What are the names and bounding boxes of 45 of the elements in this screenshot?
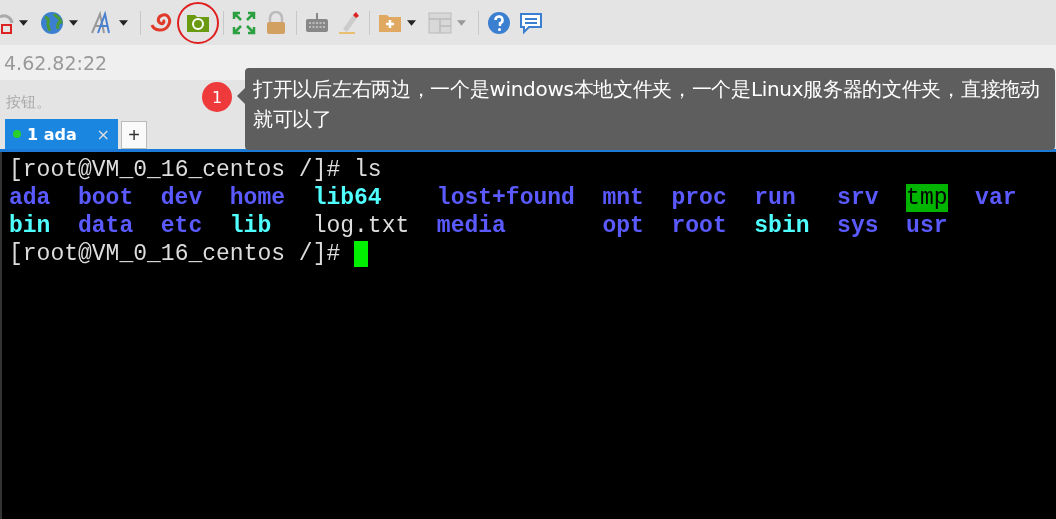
globe-icon[interactable] — [40, 10, 64, 35]
keyboard-icon[interactable] — [305, 10, 329, 35]
file-name: srv — [837, 184, 879, 212]
file-name: run — [754, 184, 796, 212]
file-name: media — [436, 212, 506, 240]
caret-icon[interactable] — [407, 19, 416, 26]
spiral-icon[interactable] — [149, 10, 173, 35]
file-name: log.txt — [312, 212, 410, 240]
file-name: opt — [602, 212, 644, 240]
file-name: boot — [78, 184, 134, 212]
caret-icon[interactable] — [119, 19, 128, 26]
chat-icon[interactable] — [519, 10, 543, 35]
file-name: proc — [671, 184, 727, 212]
help-icon[interactable] — [487, 10, 511, 35]
file-name: mnt — [602, 184, 644, 212]
file-name: sbin — [754, 212, 810, 240]
file-name: tmp — [906, 184, 948, 212]
hint-text: 按钮。 — [6, 93, 51, 112]
highlighter-icon[interactable] — [337, 10, 361, 35]
tab-label: 1 ada — [27, 124, 78, 144]
file-name: data — [78, 212, 134, 240]
file-name: ada — [9, 184, 51, 212]
new-tab-button[interactable]: + — [121, 121, 147, 149]
terminal-line: [root@VM_0_16_centos /]# ls — [9, 156, 382, 184]
lock-icon[interactable] — [264, 10, 288, 35]
host-address: 4.62.82:22 — [4, 51, 108, 74]
file-name: home — [229, 184, 286, 212]
file-name: lib — [229, 212, 272, 240]
callout-tooltip: 打开以后左右两边，一个是windows本地文件夹，一个是Linux服务器的文件夹，直接拖动就可以了 — [245, 68, 1055, 150]
file-name: root — [671, 212, 727, 240]
file-name: bin — [9, 212, 51, 240]
caret-icon[interactable] — [69, 19, 78, 26]
session-tab[interactable]: 1 ada × — [5, 119, 118, 149]
fullscreen-icon[interactable] — [232, 10, 256, 35]
file-name: etc — [160, 212, 203, 240]
file-name: dev — [160, 184, 203, 212]
file-name: lib64 — [312, 184, 382, 212]
file-name: lost+found — [436, 184, 575, 212]
file-name: var — [975, 184, 1017, 212]
step-badge: 1 — [202, 82, 232, 112]
file-name: sys — [837, 212, 879, 240]
file-name: usr — [906, 212, 948, 240]
close-tab-button[interactable]: × — [96, 124, 110, 144]
caret-icon[interactable] — [19, 19, 28, 26]
terminal-line: [root@VM_0_16_centos /]# — [9, 240, 341, 268]
